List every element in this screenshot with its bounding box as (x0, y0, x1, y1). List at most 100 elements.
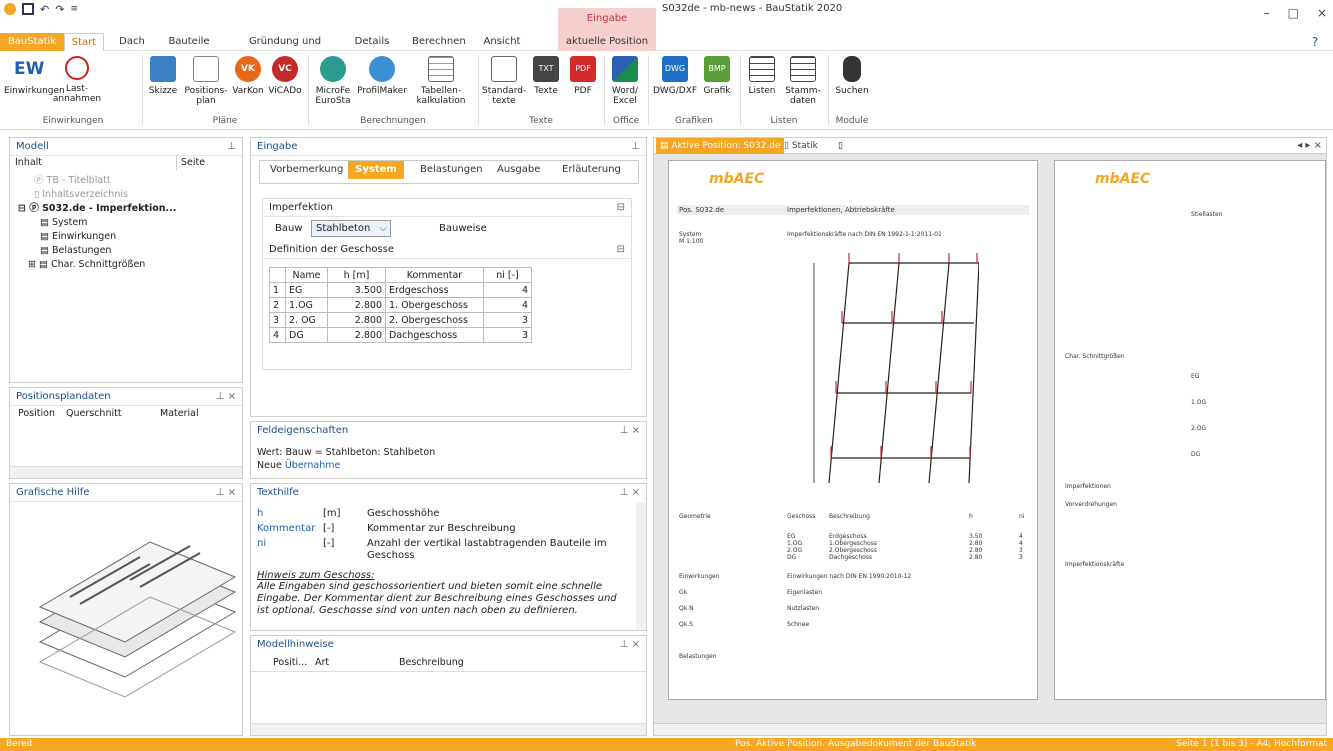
customize-qat-icon[interactable]: ≡ (70, 4, 78, 14)
pdf-button[interactable]: PDF PDF (566, 56, 600, 96)
cell-h[interactable]: 2.800 (327, 297, 386, 313)
pin-icon[interactable]: ⊥ (631, 138, 640, 156)
pin-close-icon[interactable]: ⊥ × (216, 484, 236, 502)
table-row[interactable]: 3 2. OG 2.800 2. Obergeschoss 3 (269, 312, 532, 328)
cell-name[interactable]: DG (285, 327, 328, 343)
tree-item-titelblatt[interactable]: ⓟ TB - Titelblatt (18, 174, 242, 188)
tab-bauteile[interactable]: Bauteile (166, 33, 212, 51)
document-hscrollbar[interactable] (654, 723, 1326, 735)
microfe-button[interactable]: MicroFe EuroSta (312, 56, 354, 106)
col-inhalt[interactable]: Inhalt (15, 156, 42, 170)
minimize-button[interactable]: – (1264, 6, 1270, 20)
tab-berechnen[interactable]: Berechnen (412, 33, 466, 51)
cell-ni[interactable]: 3 (483, 312, 532, 328)
uebernahme-link[interactable]: Übernahme (285, 460, 341, 471)
pin-close-icon[interactable]: ⊥ × (620, 636, 640, 654)
cell-h[interactable]: 3.500 (327, 282, 386, 298)
pin-close-icon[interactable]: ⊥ × (216, 388, 236, 406)
cell-name[interactable]: 2. OG (285, 312, 328, 328)
listen-button[interactable]: Listen (744, 56, 780, 96)
tree-item-position[interactable]: ⊟ ⓟ S032.de - Imperfektion... (18, 202, 242, 216)
help-icon[interactable]: ? (1312, 35, 1318, 49)
col-seite[interactable]: Seite (176, 156, 205, 170)
dwg-button[interactable]: DWG DWG/DXF (652, 56, 698, 96)
profilmaker-button[interactable]: ProfilMaker (356, 56, 408, 96)
cell-ni[interactable]: 3 (483, 327, 532, 343)
skizze-button[interactable]: Skizze (146, 56, 180, 96)
col-position[interactable]: Positi... (273, 654, 307, 672)
tree-item-schnittgroessen[interactable]: ⊞ ▤ Char. Schnittgrößen (18, 258, 242, 272)
app-logo-icon[interactable] (4, 3, 16, 15)
cell-kommentar[interactable]: 2. Obergeschoss (385, 312, 484, 328)
tab-aktuelle-position[interactable]: aktuelle Position (558, 33, 656, 51)
tab-ausgabe[interactable]: Ausgabe (497, 161, 540, 179)
col-querschnitt[interactable]: Querschnitt (66, 406, 122, 422)
redo-icon[interactable]: ↷ (55, 3, 64, 16)
tab-start[interactable]: Start (64, 33, 104, 51)
col-art[interactable]: Art (315, 654, 329, 672)
col-kommentar[interactable]: Kommentar (385, 267, 484, 283)
tree-item-belastungen[interactable]: ▤ Belastungen (18, 244, 242, 258)
col-h[interactable]: h [m] (327, 267, 386, 283)
tab-erlaeuterung[interactable]: Erläuterung (562, 161, 621, 179)
col-beschreibung[interactable]: Beschreibung (399, 654, 464, 672)
tab-details[interactable]: Details (354, 33, 390, 51)
tree-item-einwirkungen[interactable]: ▤ Einwirkungen (18, 230, 242, 244)
pin-close-icon[interactable]: ⊥ × (620, 484, 640, 502)
bauw-select[interactable]: Stahlbeton ⌵ (311, 220, 391, 237)
positionsplan-button[interactable]: Positions- plan (184, 56, 228, 106)
tabellenkalkulation-button[interactable]: Tabellen- kalkulation (410, 56, 472, 106)
maximize-button[interactable]: □ (1288, 6, 1299, 20)
tab-aktive-position[interactable]: ▤ Aktive Position: S032.de (656, 138, 785, 154)
word-excel-button[interactable]: Word/ Excel (606, 56, 644, 106)
horizontal-scrollbar[interactable] (10, 466, 242, 478)
tab-baustatik[interactable]: BauStatik (0, 33, 64, 51)
cell-kommentar[interactable]: Dachgeschoss (385, 327, 484, 343)
pin-icon[interactable]: ⊥ (227, 138, 236, 156)
varkon-button[interactable]: VK VarKon (230, 56, 266, 96)
close-button[interactable]: × (1317, 6, 1327, 20)
cell-h[interactable]: 2.800 (327, 312, 386, 328)
save-icon[interactable] (22, 3, 34, 15)
table-row[interactable]: 1 EG 3.500 Erdgeschoss 4 (269, 282, 532, 298)
tab-system[interactable]: System (348, 161, 404, 179)
horizontal-scrollbar[interactable] (251, 723, 646, 735)
col-name[interactable]: Name (285, 267, 328, 283)
cell-ni[interactable]: 4 (483, 282, 532, 298)
suchen-button[interactable]: Suchen (832, 56, 872, 96)
tab-vorbemerkung[interactable]: Vorbemerkung (270, 161, 343, 179)
grafik-button[interactable]: BMP Grafik (700, 56, 734, 96)
einwirkungen-button[interactable]: EW Einwirkungen (4, 56, 65, 96)
cell-name[interactable]: EG (285, 282, 328, 298)
table-row[interactable]: 2 1.OG 2.800 1. Obergeschoss 4 (269, 297, 532, 313)
standardtexte-button[interactable]: Standard- texte (482, 56, 526, 106)
cell-h[interactable]: 2.800 (327, 327, 386, 343)
tree-item-system[interactable]: ▤ System (18, 216, 242, 230)
stammdaten-button[interactable]: Stamm- daten (782, 56, 824, 106)
lastannahmen-button[interactable]: Last- annahmen (52, 56, 102, 104)
tab-belastungen[interactable]: Belastungen (420, 161, 483, 179)
col-ni[interactable]: ni [-] (483, 267, 532, 283)
collapse-icon[interactable]: ⊟ (617, 199, 625, 217)
tab-gruendung[interactable]: Gründung und Grundbau (226, 33, 344, 65)
cell-kommentar[interactable]: Erdgeschoss (385, 282, 484, 298)
tab-statik[interactable]: ▯ Statik (784, 138, 818, 154)
pin-close-icon[interactable]: ⊥ × (620, 422, 640, 440)
ribbon-collapse-help[interactable]: ? (1300, 33, 1330, 51)
cell-ni[interactable]: 4 (483, 297, 532, 313)
tab-ansicht[interactable]: Ansicht (482, 33, 522, 51)
new-document-icon[interactable]: ▯ (838, 138, 843, 154)
tree-item-inhalt[interactable]: ▯ Inhaltsverzeichnis (18, 188, 242, 202)
vicado-button[interactable]: VC ViCADo (266, 56, 304, 96)
table-row[interactable]: 4 DG 2.800 Dachgeschoss 3 (269, 327, 532, 343)
col-material[interactable]: Material (160, 406, 199, 422)
vertical-scrollbar[interactable] (636, 502, 646, 630)
cell-name[interactable]: 1.OG (285, 297, 328, 313)
cell-kommentar[interactable]: 1. Obergeschoss (385, 297, 484, 313)
texte-button[interactable]: TXT Texte (528, 56, 564, 96)
collapse-icon[interactable]: ⊟ (617, 241, 625, 259)
document-nav-icons[interactable]: ◂ ▸ × (1297, 138, 1322, 154)
tab-dach[interactable]: Dach (116, 33, 148, 51)
undo-icon[interactable]: ↶ (40, 3, 49, 16)
col-position[interactable]: Position (18, 406, 55, 422)
